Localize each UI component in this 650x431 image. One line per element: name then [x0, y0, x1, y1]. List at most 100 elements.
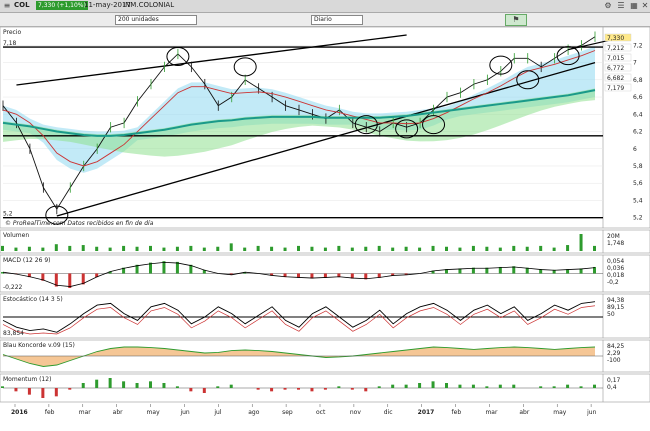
- price-tick-label: 5,6: [633, 180, 643, 187]
- volume-bar: [81, 245, 85, 251]
- volume-bar: [108, 247, 112, 251]
- mom-bar: [122, 381, 126, 388]
- mom-bar: [323, 388, 327, 390]
- mom-bar: [471, 384, 475, 388]
- mom-bar: [27, 388, 31, 395]
- volume-bar: [297, 245, 300, 251]
- panel-right-label: 1,748: [607, 240, 624, 247]
- mom-bar: [229, 384, 233, 388]
- panel-title-5: Momentum (12): [3, 376, 51, 383]
- volume-bar: [14, 247, 18, 251]
- volume-bar: [498, 247, 502, 251]
- mom-bar: [135, 383, 139, 388]
- mom-bar: [431, 381, 435, 388]
- volume-bar: [418, 247, 422, 251]
- macd-bar: [162, 261, 166, 274]
- price-right-label: 6,772: [607, 65, 624, 72]
- volume-bar: [539, 245, 543, 251]
- mom-bar: [539, 386, 543, 388]
- volume-bar: [458, 247, 462, 251]
- mom-bar: [418, 383, 422, 388]
- panel-right-label: 0,036: [607, 265, 624, 272]
- volume-bar: [337, 245, 341, 251]
- mom-bar: [270, 388, 274, 392]
- x-axis-label: nov: [350, 409, 361, 416]
- volume-bar: [229, 243, 233, 251]
- mom-bar: [566, 384, 570, 388]
- volume-bar: [216, 246, 220, 251]
- volume-bar: [404, 246, 408, 251]
- mom-bar: [579, 386, 583, 388]
- volume-bar: [68, 245, 72, 251]
- x-axis-label: sep: [282, 409, 293, 416]
- source-note: © ProRealTime.com Datos recibidos en fin…: [5, 220, 154, 227]
- volume-bar: [579, 234, 583, 251]
- price-left-label: 7,18: [3, 40, 17, 47]
- mom-bar: [108, 378, 112, 388]
- volume-bar: [593, 245, 596, 251]
- volume-bar: [310, 246, 314, 251]
- mom-bar: [81, 383, 85, 388]
- x-axis-label: 2017: [418, 409, 435, 416]
- panel-title-1: Volumen: [3, 232, 29, 239]
- price-tick-label: 5,8: [633, 163, 643, 170]
- chart-canvas: Precio Volumen MACD (12 26 9) Estocástico (…: [0, 26, 650, 416]
- x-axis-label: jun: [586, 409, 596, 416]
- panel-title-3: Estocástico (14 3 5): [3, 296, 63, 303]
- mom-bar: [445, 383, 448, 388]
- panel-right-label: 0,17: [607, 377, 621, 384]
- panel-frame-3: [0, 293, 650, 339]
- volume-bar: [364, 246, 368, 251]
- mom-bar: [498, 384, 502, 388]
- mom-bar: [512, 384, 516, 388]
- volume-bar: [149, 245, 152, 251]
- price-right-label: 7,179: [607, 85, 624, 92]
- mom-bar: [552, 386, 556, 388]
- mom-bar: [377, 386, 381, 388]
- mom-bar: [364, 388, 368, 392]
- x-axis-label: mar: [79, 409, 92, 416]
- panel-title-2: MACD (12 26 9): [3, 257, 50, 264]
- panel-right-label: 94,38: [607, 297, 624, 304]
- panel-right-label: 0,054: [607, 258, 624, 265]
- volume-bar: [175, 246, 179, 251]
- volume-bar: [485, 246, 489, 251]
- price-tick-label: 7: [633, 60, 637, 67]
- x-axis-label: ago: [248, 409, 259, 416]
- mom-bar: [189, 388, 193, 392]
- volume-bar: [552, 247, 556, 251]
- volume-bar: [445, 246, 448, 251]
- panel-right-label: 20M: [607, 233, 620, 240]
- panel-right-label: 50: [607, 311, 615, 318]
- volume-bar: [270, 246, 274, 251]
- volume-bar: [135, 246, 139, 251]
- volume-bar: [566, 245, 570, 251]
- volume-bar: [323, 247, 327, 251]
- price-left-label: 5,2: [3, 211, 13, 218]
- volume-bar: [41, 247, 45, 251]
- mom-bar: [149, 381, 152, 388]
- volume-bar: [27, 246, 31, 251]
- macd-bar: [68, 273, 72, 288]
- x-axis-label: abr: [113, 409, 123, 416]
- panel-right-label: 0,018: [607, 272, 624, 279]
- macd-bar: [175, 261, 179, 274]
- mom-bar: [41, 388, 45, 398]
- mom-bar: [391, 384, 395, 388]
- volume-bar: [122, 245, 126, 251]
- panel-left-label: 83,854: [3, 330, 24, 337]
- mom-bar: [95, 379, 99, 388]
- mom-bar: [1, 386, 4, 388]
- volume-bar: [391, 247, 395, 251]
- price-tick-label: 7,2: [633, 42, 643, 49]
- price-right-label: 7,015: [607, 55, 624, 62]
- volume-bar: [1, 245, 4, 251]
- mom-bar: [54, 388, 58, 397]
- volume-bar: [512, 245, 516, 251]
- volume-bar: [471, 245, 475, 251]
- mom-bar: [175, 386, 179, 388]
- panel-right-label: 2,29: [607, 350, 621, 357]
- panel-title-0: Precio: [3, 29, 22, 36]
- volume-bar: [162, 247, 166, 251]
- volume-bar: [243, 247, 247, 251]
